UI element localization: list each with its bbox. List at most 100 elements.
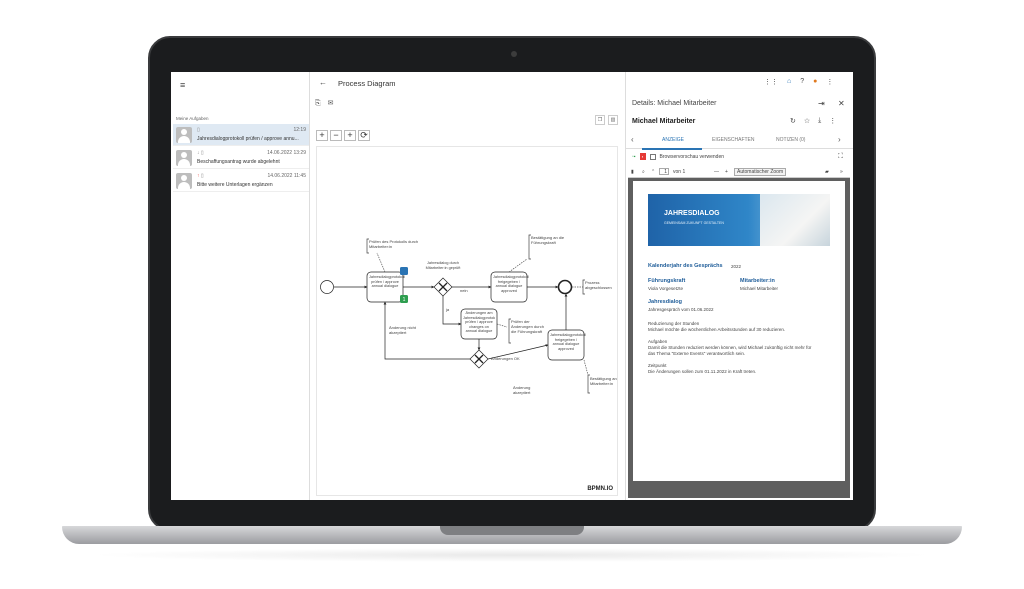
toggle-icon[interactable]: ▫▪ (632, 154, 636, 160)
browser-preview-label: Browservorschau verwenden (659, 153, 725, 160)
zoom-out-icon[interactable]: — (714, 169, 719, 175)
laptop-notch (440, 526, 584, 535)
start-event (320, 280, 334, 294)
diagram-panel: ← Process Diagram ⎘ ✉ ❐ ▥ + − + ⟳ 1 Prüf… (311, 72, 624, 500)
paragraph-line: Zeitpunkt (648, 363, 667, 368)
browser-preview-checkbox[interactable] (649, 153, 656, 160)
banner-photo (760, 194, 830, 246)
page-up-icon[interactable]: ⌃ (651, 169, 655, 175)
pdf-icon: ▪ (639, 153, 646, 160)
paragraph-line: Michael möchte die wöchentlichen Arbeits… (648, 327, 786, 332)
badge-count: 1 (403, 297, 406, 303)
search-icon[interactable]: ⌕ (642, 169, 645, 175)
lead-label: Führungskraft (648, 278, 686, 284)
comment-icon[interactable]: ▰ (825, 169, 829, 175)
more-tools-icon[interactable]: » (840, 169, 843, 175)
star-icon[interactable]: ☆ (804, 117, 810, 125)
zoom-select[interactable]: Automatischer Zoom (734, 168, 787, 176)
gift-icon[interactable]: ⌂ (787, 78, 791, 86)
sidebar-toggle-icon[interactable]: ▮ (631, 169, 634, 175)
pdf-page: JAHRESDIALOG GEMEINSAM ZUKUNFT GESTALTEN… (633, 181, 845, 481)
name-actions: ↻ ☆ ⤓ ⋮ (790, 117, 836, 125)
chevron-right-icon[interactable]: › (838, 135, 841, 144)
chevron-left-icon[interactable]: ‹ (631, 135, 634, 144)
paragraph-line: Damit die Stunden reduziert werden könne… (648, 345, 812, 350)
reset-button[interactable]: ⟳ (358, 130, 370, 141)
task-label[interactable]: Jahresdialogprotokoll freigegeben / annu… (550, 333, 586, 351)
fit-button[interactable]: + (344, 130, 356, 141)
fullscreen-icon[interactable]: ⛶ (838, 153, 843, 161)
open-external-icon[interactable]: ⇥ (818, 99, 825, 108)
flow-label: nein (460, 288, 468, 293)
priority-down-icon: ↓ ▯ (197, 150, 204, 156)
apps-grid-icon[interactable]: ⋮⋮ (764, 78, 778, 86)
avatar (176, 173, 192, 189)
user-icon[interactable]: ● (813, 78, 817, 86)
help-icon[interactable]: ? (800, 78, 804, 86)
more-vert-icon[interactable]: ⋮ (829, 117, 836, 125)
task-title: Bitte weitere Unterlagen ergänzen (197, 182, 273, 188)
detail-tabs: ‹ ANZEIGE EIGENSCHAFTEN NOTIZEN (0) › (626, 133, 853, 150)
diagram-toolbar: ⎘ ✉ (315, 99, 340, 108)
task-label[interactable]: Jahresdialogprotokoll prüfen / approve a… (369, 275, 405, 289)
task-date: 12:19 (293, 127, 306, 133)
year-label: Kalenderjahr des Gesprächs (648, 263, 723, 269)
laptop-shadow (90, 548, 934, 562)
task-section-label: Meine Aufgaben (176, 116, 209, 121)
annotation-lead-review: Prüfen der Änderungen durch die Führungs… (511, 319, 544, 334)
dialog-label: Jahresdialog (648, 299, 682, 305)
bpmn-logo[interactable]: BPMN.IO (587, 486, 613, 492)
banner-subtitle: GEMEINSAM ZUKUNFT GESTALTEN (664, 221, 724, 225)
zoom-in-button[interactable]: + (316, 130, 328, 141)
document-banner: JAHRESDIALOG GEMEINSAM ZUKUNFT GESTALTEN (648, 194, 830, 246)
page-title: Process Diagram (338, 79, 396, 88)
tab-notizen[interactable]: NOTIZEN (0) (776, 137, 805, 143)
delete-icon[interactable]: ▥ (608, 115, 618, 125)
zoom-in-icon[interactable]: + (725, 169, 728, 175)
camera-dot (511, 51, 517, 57)
task-label[interactable]: Jahresdialogprotokoll freigegeben / annu… (493, 275, 529, 293)
task-item-1[interactable]: ▯ 12:19 Jahresdialogprotokoll prüfen / a… (173, 124, 309, 146)
flow-label: Änderung akzeptiert (513, 385, 531, 395)
task-label[interactable]: Änderungen am Jahresdialogprotokoll prüf… (463, 311, 495, 338)
details-title: Details: Michael Mitarbeiter (632, 100, 717, 107)
page-of-label: von 1 (673, 169, 686, 175)
dialog-date: Jahresgespräch vom 01.06.2022 (648, 307, 714, 312)
pdf-toolbar: ▮ ⌕ ⌃ 1 von 1 — + Automatischer Zoom ▰ » (628, 167, 850, 178)
end-event (557, 279, 573, 295)
task-item-3[interactable]: ↑ ▯ 14.06.2022 11:45 Bitte weitere Unter… (173, 170, 309, 192)
paragraph-line: das Thema "Externe Events" verantwortlic… (648, 351, 746, 356)
page-input[interactable]: 1 (659, 168, 669, 175)
bpmn-canvas[interactable]: 1 Prüfen des Protokolls durch Mitarbeite… (316, 146, 618, 496)
pdf-viewer[interactable]: JAHRESDIALOG GEMEINSAM ZUKUNFT GESTALTEN… (628, 178, 850, 498)
arrow-left-icon[interactable]: ← (319, 78, 327, 87)
person-name: Michael Mitarbeiter (632, 118, 696, 125)
task-sidebar: ≡ Meine Aufgaben ▯ 12:19 Jahresdialogpro… (171, 72, 310, 500)
zoom-out-button[interactable]: − (330, 130, 342, 141)
paragraph-line: Reduzierung der Stunden (648, 321, 700, 326)
close-icon[interactable]: ✕ (838, 99, 845, 108)
tab-anzeige[interactable]: ANZEIGE (662, 137, 684, 143)
annotation-confirm-employee: Bestätigung an Mitarbeiter:in (590, 376, 617, 386)
task-date: 14.06.2022 13:29 (267, 150, 306, 156)
annotation-review: Prüfen des Protokolls durch Mitarbeiter:… (369, 239, 419, 249)
paragraph-line: Die Änderungen sollen zum 01.11.2022 in … (648, 369, 757, 374)
download-icon[interactable]: ⤓ (818, 117, 821, 125)
more-vert-icon[interactable]: ⋮ (826, 78, 833, 86)
flow-label: Änderung nicht akzeptiert (389, 325, 416, 335)
refresh-icon[interactable]: ↻ (790, 117, 796, 125)
employee-label: Mitarbeiter:in (740, 278, 775, 284)
task-title: Jahresdialogprotokoll prüfen / approve a… (197, 136, 299, 142)
tab-eigenschaften[interactable]: EIGENSCHAFTEN (712, 137, 755, 143)
attachment-icon[interactable]: ⎘ (315, 100, 321, 107)
task-item-2[interactable]: ↓ ▯ 14.06.2022 13:29 Beschaffungsantrag … (173, 147, 309, 169)
copy-icon[interactable]: ❐ (595, 115, 605, 125)
task-date: 14.06.2022 11:45 (267, 173, 306, 179)
badge-blue (400, 267, 408, 275)
avatar (176, 127, 192, 143)
menu-icon[interactable]: ≡ (180, 80, 185, 90)
paragraph-line: Aufgaben (648, 339, 668, 344)
mail-icon[interactable]: ✉ (328, 100, 334, 107)
employee-name: Michael Mitarbeiter (740, 286, 779, 291)
avatar (176, 150, 192, 166)
